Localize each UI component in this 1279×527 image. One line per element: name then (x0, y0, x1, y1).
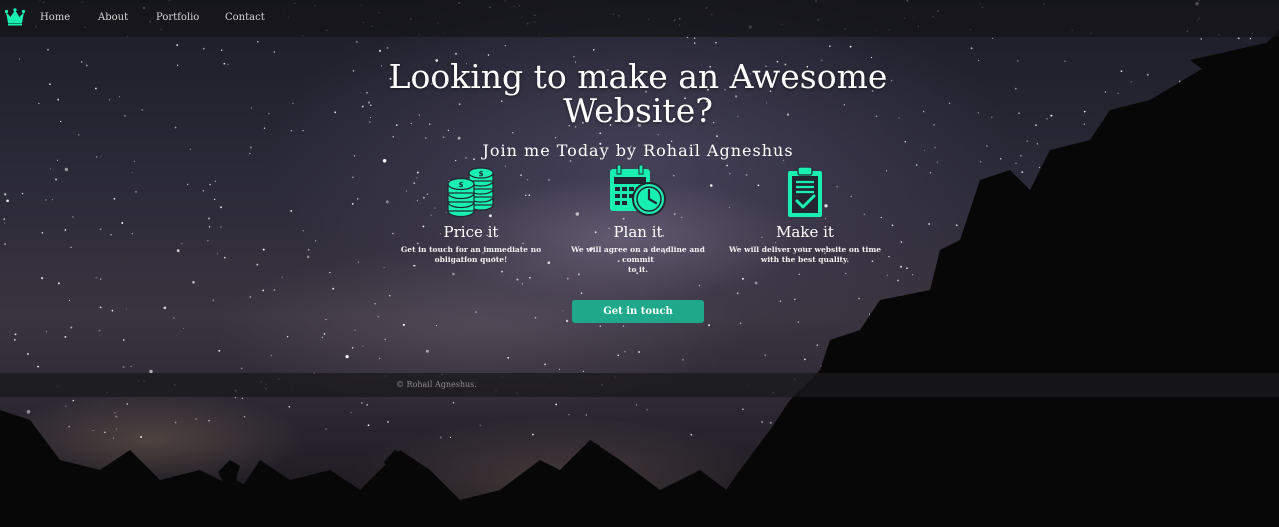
clipboard-check-icon (788, 167, 822, 217)
feature-make: Make it We will deliver your website on … (725, 167, 885, 265)
feature-price: $ $ Price it Get in touch for an immedia… (391, 167, 551, 265)
coins-icon: $ $ (447, 167, 494, 218)
nav-portfolio[interactable]: Portfolio (156, 12, 199, 23)
feature-make-desc-line1: We will deliver your website on time (728, 245, 882, 254)
svg-text:$: $ (479, 170, 484, 178)
feature-price-desc: Get in touch for an immediate no obligat… (391, 245, 551, 265)
feature-plan-desc-line1: We will agree on a deadline and commit (571, 245, 705, 264)
feature-price-desc-line1: Get in touch for an immediate no (400, 245, 542, 254)
feature-plan-desc: We will agree on a deadline and commit t… (558, 245, 718, 275)
feature-make-desc: We will deliver your website on time wit… (725, 245, 885, 265)
hero-title-line2: Website? (563, 91, 713, 130)
feature-make-title: Make it (776, 223, 834, 241)
feature-price-desc-line2: obligation quote! (434, 255, 508, 264)
crown-icon[interactable] (5, 8, 25, 26)
top-navbar: Home About Portfolio Contact (0, 0, 1279, 37)
feature-plan: Plan it We will agree on a deadline and … (558, 165, 718, 275)
get-in-touch-button[interactable]: Get in touch (572, 300, 704, 323)
feature-plan-desc-line2: to it. (627, 265, 648, 274)
hero-subtitle: Join me Today by Rohail Agneshus (482, 141, 794, 160)
footer-copyright: © Rohail Agneshus. (396, 380, 477, 389)
nav-home[interactable]: Home (40, 12, 70, 23)
hero-title: Looking to make an Awesome Website? (338, 60, 938, 128)
calendar-clock-icon (610, 165, 666, 216)
feature-price-title: Price it (443, 223, 499, 241)
footer: © Rohail Agneshus. (0, 373, 1279, 397)
nav-about[interactable]: About (98, 12, 128, 23)
svg-text:$: $ (459, 181, 464, 189)
nav-contact[interactable]: Contact (225, 12, 265, 23)
feature-make-desc-line2: with the best quality. (760, 255, 850, 264)
feature-plan-title: Plan it (613, 223, 663, 241)
